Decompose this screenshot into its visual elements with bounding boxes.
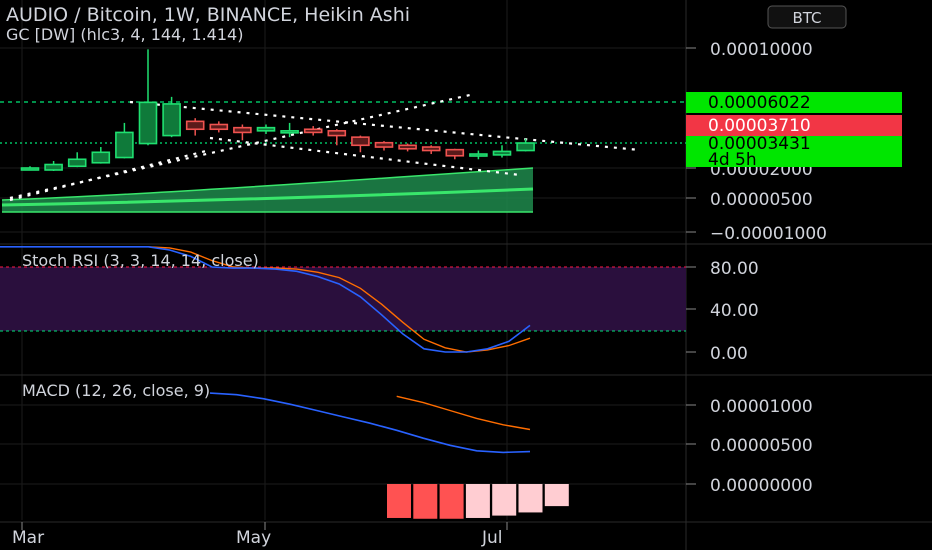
candle-body xyxy=(303,128,323,134)
stoch-tick-80: 80.00 xyxy=(710,259,759,279)
candle-body xyxy=(20,167,40,171)
candle-body xyxy=(398,144,417,150)
candle-body xyxy=(115,131,134,159)
level-badge-text: 0.00006022 xyxy=(708,93,811,113)
stoch-tick-40: 40.00 xyxy=(710,301,759,321)
candle-body xyxy=(91,151,111,164)
time-label-jul: Jul xyxy=(481,528,503,548)
candle-body xyxy=(67,158,87,168)
stoch-band xyxy=(0,267,686,331)
candle-body xyxy=(469,153,488,157)
chart-title: AUDIO / Bitcoin, 1W, BINANCE, Heikin Ash… xyxy=(6,4,410,26)
candle-body xyxy=(492,150,512,156)
time-label-may: May xyxy=(236,528,271,548)
candle-body xyxy=(209,123,229,131)
candle-body xyxy=(351,136,370,147)
macd-histogram-bar xyxy=(413,484,438,519)
macd-tick-2: 0.00000500 xyxy=(710,436,813,456)
candle-body xyxy=(374,141,394,148)
candle-body xyxy=(280,130,299,134)
macd-histogram-bar xyxy=(439,484,464,519)
countdown-text: 4d 5h xyxy=(708,150,757,170)
candle-body xyxy=(256,126,276,132)
level-badge: 0.00006022 xyxy=(686,92,902,113)
macd-histogram-bar xyxy=(518,484,543,513)
macd-histogram-bar xyxy=(465,484,490,518)
high-badge: 0.00003710 xyxy=(686,115,902,136)
current-price-badge: 0.00003431 4d 5h xyxy=(686,134,902,170)
candle-body xyxy=(233,126,252,134)
indicator-title: GC [DW] (hlc3, 4, 144, 1.414) xyxy=(6,25,243,44)
high-badge-text: 0.00003710 xyxy=(708,116,811,136)
price-tick-3: 0.00000500 xyxy=(710,190,813,210)
macd-histogram-bar xyxy=(387,484,411,518)
candle-body xyxy=(516,142,535,152)
price-tick-4: −0.00001000 xyxy=(710,224,827,244)
candle-body xyxy=(162,103,181,137)
macd-title: MACD (12, 26, close, 9) xyxy=(22,381,210,400)
macd-histogram-bar xyxy=(492,484,517,516)
price-tick-1: 0.00010000 xyxy=(710,40,813,60)
candle-body xyxy=(421,146,441,152)
candle-body xyxy=(185,120,205,131)
macd-histogram-bar xyxy=(544,484,569,507)
candle-body xyxy=(445,148,465,157)
currency-button[interactable]: BTC xyxy=(767,5,847,29)
candle-body xyxy=(327,130,347,137)
currency-button-label: BTC xyxy=(792,9,821,27)
stoch-tick-0: 0.00 xyxy=(710,344,748,364)
chart-canvas[interactable]: AUDIO / Bitcoin, 1W, BINANCE, Heikin Ash… xyxy=(0,0,932,550)
candle-body xyxy=(138,101,158,145)
macd-tick-1: 0.00001000 xyxy=(710,397,813,417)
stoch-title: Stoch RSI (3, 3, 14, 14, close) xyxy=(22,251,259,270)
time-label-mar: Mar xyxy=(12,528,44,548)
macd-tick-3: 0.00000000 xyxy=(710,476,813,496)
candle-body xyxy=(44,163,63,171)
